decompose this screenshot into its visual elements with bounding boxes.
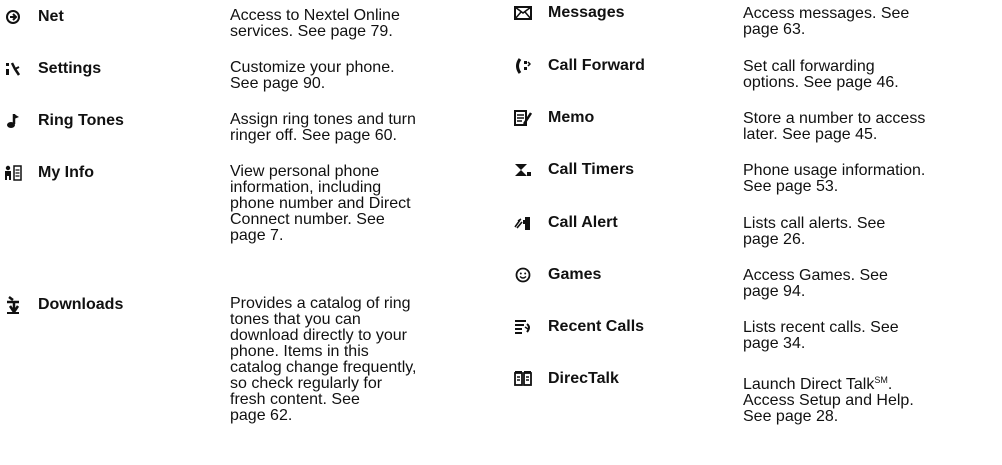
item-name: My Info bbox=[38, 164, 94, 181]
item-name: DirecTalk bbox=[548, 370, 619, 387]
call-timers-icon bbox=[514, 161, 532, 179]
item-description: Store a number to access later. See page… bbox=[743, 110, 926, 143]
item-name: Call Alert bbox=[548, 214, 618, 231]
my-info-icon bbox=[4, 164, 22, 182]
item-description: View personal phone information, includi… bbox=[230, 163, 411, 244]
item-name: Call Forward bbox=[548, 57, 645, 74]
item-name: Net bbox=[38, 8, 64, 25]
item-name: Downloads bbox=[38, 296, 124, 313]
item-description: Access messages. See page 63. bbox=[743, 5, 910, 38]
item-description: Phone usage information. See page 53. bbox=[743, 162, 926, 195]
item-description: Provides a catalog of ring tones that yo… bbox=[230, 295, 417, 424]
call-forward-icon bbox=[514, 57, 532, 75]
call-alert-icon bbox=[514, 214, 532, 232]
games-icon bbox=[514, 266, 532, 284]
service-mark: SM bbox=[874, 375, 888, 385]
item-description: Lists recent calls. See page 34. bbox=[743, 319, 899, 352]
recent-calls-icon bbox=[514, 318, 532, 336]
item-description: Assign ring tones and turn ringer off. S… bbox=[230, 111, 416, 144]
item-name: Ring Tones bbox=[38, 112, 124, 129]
item-description: Access to Nextel Online services. See pa… bbox=[230, 7, 400, 40]
item-description: Lists call alerts. See page 26. bbox=[743, 215, 886, 248]
settings-icon bbox=[4, 60, 22, 78]
messages-icon bbox=[514, 4, 532, 22]
item-name: Games bbox=[548, 266, 602, 283]
memo-icon bbox=[514, 109, 532, 127]
item-name: Memo bbox=[548, 109, 595, 126]
directalk-icon bbox=[514, 370, 532, 388]
item-description: Access Games. See page 94. bbox=[743, 267, 888, 300]
item-name: Messages bbox=[548, 4, 625, 21]
desc-text: Launch Direct Talk bbox=[743, 376, 875, 393]
item-name: Settings bbox=[38, 60, 102, 77]
downloads-icon bbox=[4, 296, 22, 314]
item-name: Recent Calls bbox=[548, 318, 645, 335]
item-description: Customize your phone. See page 90. bbox=[230, 59, 395, 92]
item-name: Call Timers bbox=[548, 161, 634, 178]
item-description: Launch Direct TalkSM. Access Setup and H… bbox=[743, 372, 1002, 425]
ring-tones-icon bbox=[4, 112, 22, 130]
net-icon bbox=[4, 8, 22, 26]
item-description: Set call forwarding options. See page 46… bbox=[743, 58, 899, 91]
